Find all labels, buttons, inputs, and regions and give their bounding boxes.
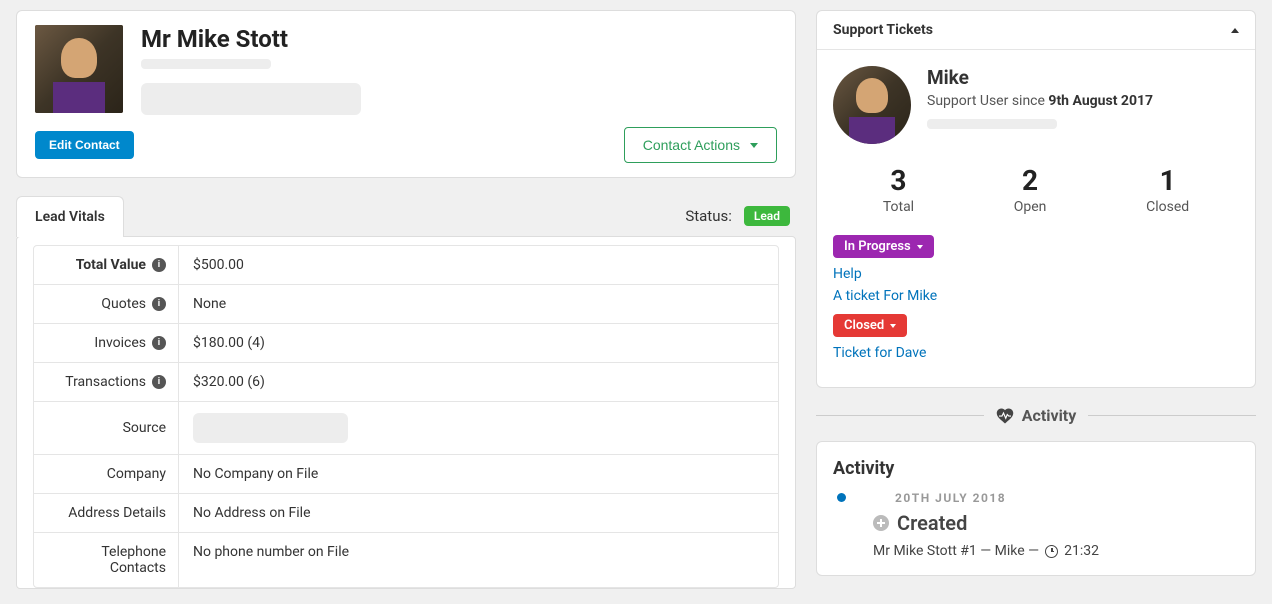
vital-row: QuotesiNone	[34, 285, 778, 324]
support-since: Support User since 9th August 2017	[927, 93, 1153, 109]
ticket-status-badge[interactable]: In Progress	[833, 235, 934, 258]
tab-bar: Lead Vitals Status: Lead	[16, 196, 796, 236]
info-icon[interactable]: i	[152, 258, 166, 272]
support-avatar	[833, 66, 911, 144]
status-label: Status:	[685, 207, 732, 225]
vital-row: Address DetailsNo Address on File	[34, 494, 778, 533]
heartbeat-icon	[996, 408, 1014, 424]
vital-value: $180.00 (4)	[179, 324, 778, 362]
vitals-card: Total Valuei$500.00QuotesiNoneInvoicesi$…	[16, 236, 796, 589]
vital-value: $320.00 (6)	[179, 363, 778, 401]
activity-date: 20TH JULY 2018	[895, 491, 1239, 505]
contact-actions-label: Contact Actions	[643, 137, 740, 153]
vital-label: Telephone Contacts	[34, 533, 179, 587]
vital-label: Source	[34, 402, 179, 454]
edit-contact-button[interactable]: Edit Contact	[35, 131, 134, 159]
timeline-bullet	[837, 493, 846, 502]
vital-value: No phone number on File	[179, 533, 778, 587]
vital-row: CompanyNo Company on File	[34, 455, 778, 494]
contact-actions-button[interactable]: Contact Actions	[624, 127, 777, 163]
chevron-up-icon	[1231, 28, 1239, 33]
vital-label: Transactionsi	[34, 363, 179, 401]
support-panel-title: Support Tickets	[833, 22, 933, 38]
ticket-link[interactable]: Help	[833, 266, 1239, 282]
ticket-link[interactable]: Ticket for Dave	[833, 345, 1239, 361]
vital-row: Source	[34, 402, 778, 455]
plus-circle-icon	[873, 515, 889, 531]
activity-meta: Mr Mike Stott #1 — Mike — 21:32	[873, 543, 1239, 559]
skeleton-line	[927, 119, 1057, 129]
status-badge: Lead	[744, 206, 790, 226]
vital-row: Invoicesi$180.00 (4)	[34, 324, 778, 363]
vital-value	[179, 402, 778, 454]
vital-value: $500.00	[179, 246, 778, 284]
chevron-down-icon	[917, 245, 923, 249]
ticket-status-badge[interactable]: Closed	[833, 314, 907, 337]
vital-value: None	[179, 285, 778, 323]
activity-event: Created	[873, 511, 1239, 535]
skeleton-block	[193, 413, 348, 443]
vital-value: No Company on File	[179, 455, 778, 493]
skeleton-line	[141, 59, 271, 69]
support-tickets-panel: Support Tickets Mike Support User since …	[816, 10, 1256, 388]
vital-row: Transactionsi$320.00 (6)	[34, 363, 778, 402]
info-icon[interactable]: i	[152, 336, 166, 350]
skeleton-block	[141, 83, 361, 115]
vital-label: Total Valuei	[34, 246, 179, 284]
ticket-link[interactable]: A ticket For Mike	[833, 288, 1239, 304]
vital-label: Invoicesi	[34, 324, 179, 362]
support-user-name: Mike	[927, 66, 1153, 89]
chevron-down-icon	[750, 143, 758, 148]
vital-value: No Address on File	[179, 494, 778, 532]
vital-label: Company	[34, 455, 179, 493]
vital-label: Quotesi	[34, 285, 179, 323]
clock-icon	[1045, 545, 1058, 558]
vital-label: Address Details	[34, 494, 179, 532]
activity-title: Activity	[833, 458, 1239, 479]
stat-closed: 1 Closed	[1146, 164, 1189, 215]
contact-header-card: Mr Mike Stott Edit Contact Contact Actio…	[16, 10, 796, 178]
vital-row: Total Valuei$500.00	[34, 246, 778, 285]
vital-row: Telephone ContactsNo phone number on Fil…	[34, 533, 778, 587]
chevron-down-icon	[890, 324, 896, 328]
support-panel-header[interactable]: Support Tickets	[817, 11, 1255, 50]
contact-name: Mr Mike Stott	[141, 25, 777, 53]
contact-avatar	[35, 25, 123, 113]
activity-divider: Activity	[816, 406, 1256, 425]
stat-open: 2 Open	[1014, 164, 1047, 215]
info-icon[interactable]: i	[152, 297, 166, 311]
tab-lead-vitals[interactable]: Lead Vitals	[16, 196, 124, 237]
info-icon[interactable]: i	[152, 375, 166, 389]
activity-panel: Activity 20TH JULY 2018 Created Mr Mike …	[816, 441, 1256, 576]
stat-total: 3 Total	[883, 164, 914, 215]
